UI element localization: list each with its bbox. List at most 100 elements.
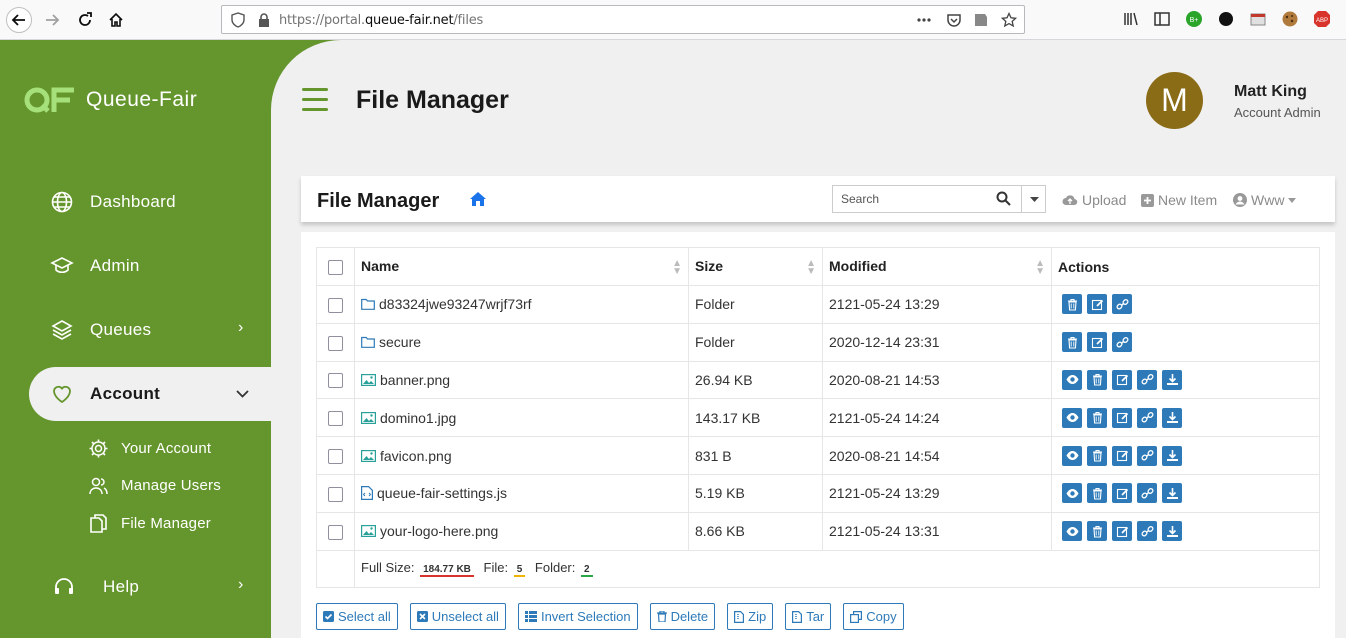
search-input[interactable] — [833, 186, 1019, 212]
delete-item-button[interactable] — [1062, 294, 1082, 315]
row-checkbox[interactable] — [328, 297, 343, 313]
delete-item-button[interactable] — [1087, 369, 1107, 390]
file-name[interactable]: d83324jwe93247wrjf73rf — [379, 296, 532, 312]
modified-column-header[interactable]: Modified ▲ ▼ — [822, 247, 1052, 286]
extension-window-icon[interactable] — [1249, 10, 1267, 28]
name-cell[interactable]: domino1.jpg — [354, 398, 689, 438]
forward-button[interactable] — [39, 7, 65, 33]
rename-button[interactable] — [1112, 521, 1132, 542]
rename-button[interactable] — [1112, 445, 1132, 466]
file-name[interactable]: queue-fair-settings.js — [377, 485, 507, 501]
row-checkbox[interactable] — [328, 411, 343, 427]
extension-icon[interactable] — [1217, 10, 1235, 28]
tar-button[interactable]: Tar — [785, 603, 832, 630]
back-button[interactable] — [6, 7, 32, 33]
sidebar-item-queues[interactable]: Queues — [50, 318, 151, 342]
library-icon[interactable] — [1122, 10, 1140, 28]
hamburger-menu-button[interactable] — [302, 88, 328, 118]
name-column-header[interactable]: Name ▲ ▼ — [354, 247, 689, 286]
table-row[interactable]: your-logo-here.png 8.66 KB 2121-05-24 13:3… — [316, 511, 1320, 551]
table-row[interactable]: secure Folder 2020-12-14 23:31 — [316, 322, 1320, 362]
file-name[interactable]: favicon.png — [380, 448, 452, 464]
download-button[interactable] — [1162, 483, 1182, 504]
table-row[interactable]: queue-fair-settings.js 5.19 KB 2121-05-24 … — [316, 473, 1320, 513]
cookie-icon[interactable] — [1281, 10, 1299, 28]
direct-link-button[interactable] — [1112, 294, 1132, 315]
rename-button[interactable] — [1112, 407, 1132, 428]
row-checkbox[interactable] — [328, 373, 343, 389]
direct-link-button[interactable] — [1137, 483, 1157, 504]
name-cell[interactable]: queue-fair-settings.js — [354, 473, 689, 513]
sidebar-item-dashboard[interactable]: Dashboard — [50, 190, 176, 214]
logo[interactable]: Queue-Fair — [24, 86, 197, 114]
table-row[interactable]: favicon.png 831 B 2020-08-21 14:54 — [316, 436, 1320, 475]
grade-extension-icon[interactable]: B+ — [1185, 10, 1203, 28]
direct-link-button[interactable] — [1112, 332, 1132, 353]
row-checkbox[interactable] — [328, 486, 343, 502]
direct-link-button[interactable] — [1137, 445, 1157, 466]
bookmark-star-icon[interactable] — [1001, 12, 1017, 28]
name-cell[interactable]: d83324jwe93247wrjf73rf — [354, 285, 689, 324]
direct-link-button[interactable] — [1137, 369, 1157, 390]
sidebar-subitem-file-manager[interactable]: File Manager — [88, 513, 211, 534]
user-menu-dropdown[interactable]: Www — [1233, 192, 1300, 208]
reload-button[interactable] — [72, 7, 98, 33]
sidebar-subitem-manage-users[interactable]: Manage Users — [88, 475, 221, 496]
file-name[interactable]: secure — [379, 334, 421, 350]
name-cell[interactable]: secure — [354, 322, 689, 362]
delete-item-button[interactable] — [1087, 407, 1107, 428]
direct-link-button[interactable] — [1137, 407, 1157, 428]
rename-button[interactable] — [1112, 483, 1132, 504]
download-button[interactable] — [1162, 521, 1182, 542]
search-icon[interactable] — [996, 191, 1011, 206]
screenshot-icon[interactable] — [973, 12, 989, 28]
name-cell[interactable]: favicon.png — [354, 436, 689, 475]
row-checkbox[interactable] — [328, 524, 343, 540]
pocket-icon[interactable] — [946, 12, 962, 28]
delete-item-button[interactable] — [1087, 445, 1107, 466]
direct-link-button[interactable] — [1137, 521, 1157, 542]
download-button[interactable] — [1162, 407, 1182, 428]
sidebar-subitem-your-account[interactable]: Your Account — [88, 438, 211, 459]
sidebar-item-account[interactable]: Account — [50, 382, 160, 406]
delete-button[interactable]: Delete — [649, 603, 716, 630]
preview-button[interactable] — [1062, 483, 1082, 504]
delete-item-button[interactable] — [1062, 332, 1082, 353]
unselect-all-button[interactable]: Unselect all — [409, 603, 506, 630]
upload-button[interactable]: Upload — [1062, 192, 1126, 208]
preview-button[interactable] — [1062, 521, 1082, 542]
file-name[interactable]: banner.png — [380, 372, 450, 388]
row-checkbox[interactable] — [328, 335, 343, 351]
size-column-header[interactable]: Size ▲ ▼ — [688, 247, 823, 286]
name-cell[interactable]: your-logo-here.png — [354, 511, 689, 551]
table-row[interactable]: domino1.jpg 143.17 KB 2121-05-24 14:24 — [316, 398, 1320, 438]
delete-item-button[interactable] — [1087, 483, 1107, 504]
file-name[interactable]: domino1.jpg — [380, 410, 456, 426]
row-checkbox[interactable] — [328, 448, 343, 464]
sidebar-toggle-icon[interactable] — [1153, 10, 1171, 28]
sidebar-item-admin[interactable]: Admin — [50, 254, 140, 278]
more-icon[interactable] — [916, 12, 932, 28]
avatar[interactable]: M — [1146, 72, 1203, 129]
rename-button[interactable] — [1112, 369, 1132, 390]
preview-button[interactable] — [1062, 407, 1082, 428]
preview-button[interactable] — [1062, 445, 1082, 466]
home-button[interactable] — [103, 7, 129, 33]
zip-button[interactable]: Zip — [727, 603, 774, 630]
select-all-button[interactable]: Select all — [316, 603, 398, 630]
name-cell[interactable]: banner.png — [354, 360, 689, 400]
search-dropdown-button[interactable] — [1021, 186, 1046, 212]
table-row[interactable]: d83324jwe93247wrjf73rf Folder 2121-05-24 1… — [316, 285, 1320, 324]
copy-button[interactable]: Copy — [843, 603, 904, 630]
new-item-button[interactable]: New Item — [1141, 192, 1217, 208]
table-row[interactable]: banner.png 26.94 KB 2020-08-21 14:53 — [316, 360, 1320, 400]
invert-selection-button[interactable]: Invert Selection — [517, 603, 638, 630]
home-icon[interactable] — [470, 192, 486, 206]
rename-button[interactable] — [1087, 332, 1107, 353]
adblock-icon[interactable]: ABP — [1313, 10, 1331, 28]
file-name[interactable]: your-logo-here.png — [380, 523, 498, 539]
delete-item-button[interactable] — [1087, 521, 1107, 542]
url-bar[interactable]: https://portal.queue-fair.net/files — [221, 5, 1025, 34]
preview-button[interactable] — [1062, 369, 1082, 390]
rename-button[interactable] — [1087, 294, 1107, 315]
